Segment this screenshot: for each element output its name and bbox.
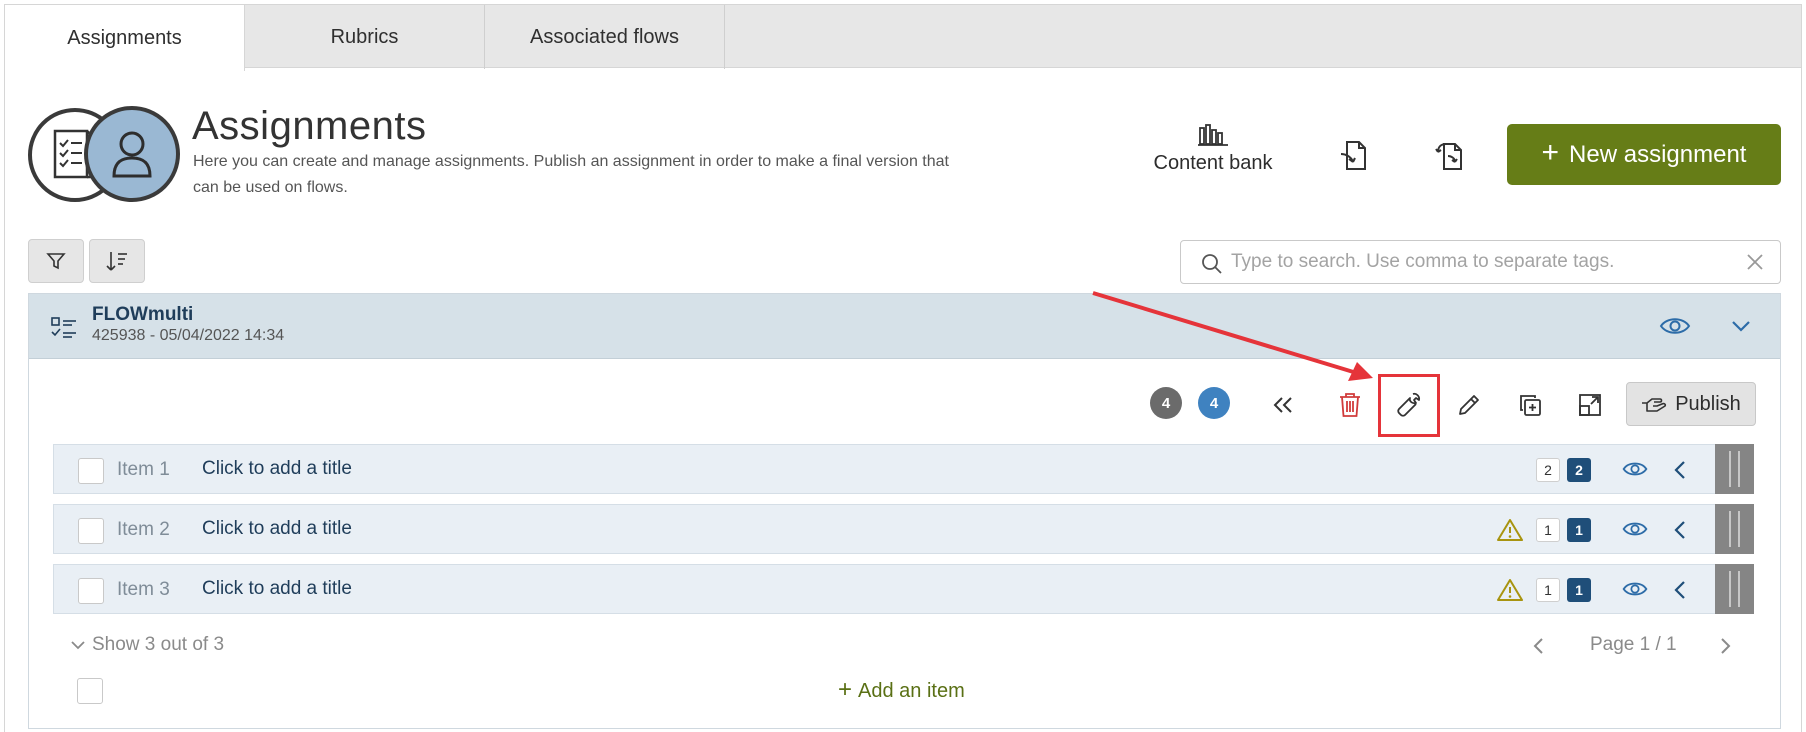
expand-button[interactable] <box>1573 388 1607 422</box>
tab-label: Assignments <box>67 26 182 49</box>
select-all-checkbox[interactable] <box>77 678 103 704</box>
new-assignment-button[interactable]: + New assignment <box>1507 124 1781 185</box>
tab-label: Associated flows <box>530 25 679 48</box>
add-item-button[interactable]: + Add an item <box>838 676 965 704</box>
duplicate-icon <box>1520 395 1541 416</box>
tab-associated-flows[interactable]: Associated flows <box>485 5 725 69</box>
annotation-arrow <box>1092 291 1373 381</box>
eye-icon[interactable] <box>1622 579 1648 599</box>
warning-icon <box>1497 579 1523 601</box>
filter-button[interactable] <box>28 239 84 283</box>
show-count-toggle[interactable]: Show 3 out of 3 <box>70 634 224 656</box>
pager-prev-icon[interactable] <box>1528 634 1548 658</box>
item-checkbox[interactable] <box>78 578 104 604</box>
drag-handle-icon[interactable] <box>1715 444 1754 494</box>
drag-handle-icon[interactable] <box>1715 564 1754 614</box>
drag-handle-icon[interactable] <box>1715 504 1754 554</box>
tab-label: Rubrics <box>330 25 399 48</box>
page-description: Here you can create and manage assignmen… <box>193 153 949 196</box>
duplicate-button[interactable] <box>1513 388 1547 422</box>
sync-icon <box>1435 143 1462 170</box>
new-assignment-label: New assignment <box>1569 140 1747 168</box>
item-title[interactable]: Click to add a title <box>202 458 352 480</box>
filter-icon <box>46 253 66 270</box>
expand-icon <box>1579 394 1601 416</box>
item-title[interactable]: Click to add a title <box>202 578 352 600</box>
search-input[interactable] <box>1231 247 1731 277</box>
item-count-dark: 1 <box>1567 578 1591 602</box>
item-checkbox[interactable] <box>78 458 104 484</box>
item-count-light: 1 <box>1536 578 1560 602</box>
tab-bar: Assignments Rubrics Associated flows <box>4 4 1802 71</box>
content-bank-icon <box>1198 124 1228 146</box>
add-item-label: Add an item <box>858 679 965 702</box>
count-badge-total: 4 <box>1150 387 1182 419</box>
item-title[interactable]: Click to add a title <box>202 518 352 540</box>
plus-icon: + <box>838 676 853 703</box>
eye-icon[interactable] <box>1622 459 1648 479</box>
tab-assignments[interactable]: Assignments <box>5 5 245 71</box>
pager-next-icon[interactable] <box>1716 634 1736 658</box>
eye-icon[interactable] <box>1659 314 1691 338</box>
search-icon <box>1202 254 1222 274</box>
item-count-light: 2 <box>1536 458 1560 482</box>
page-title: Assignments <box>192 104 427 148</box>
chevron-left-icon[interactable] <box>1672 518 1688 542</box>
collapse-all-icon <box>1273 397 1292 413</box>
import-icon <box>1340 141 1366 170</box>
item-label: Item 1 <box>117 459 170 480</box>
tab-rubrics[interactable]: Rubrics <box>245 5 485 69</box>
plus-icon: + <box>1541 136 1560 169</box>
search-box <box>1180 240 1781 284</box>
chevron-left-icon[interactable] <box>1672 578 1688 602</box>
item-count-light: 1 <box>1536 518 1560 542</box>
item-checkbox[interactable] <box>78 518 104 544</box>
publish-hand-icon <box>1642 398 1667 412</box>
sort-button[interactable] <box>89 239 145 283</box>
import-button[interactable] <box>1334 136 1374 176</box>
collapse-all-button[interactable] <box>1266 388 1300 422</box>
show-count-label: Show 3 out of 3 <box>92 634 225 655</box>
edit-button[interactable] <box>1452 388 1486 422</box>
chevron-down-icon[interactable] <box>1729 314 1753 338</box>
sort-icon <box>106 252 127 271</box>
eye-icon[interactable] <box>1622 519 1648 539</box>
chevron-left-icon[interactable] <box>1672 458 1688 482</box>
trash-icon <box>1340 393 1360 417</box>
list-item[interactable]: Item 3 Click to add a title 1 1 <box>53 564 1754 614</box>
publish-button[interactable]: Publish <box>1626 382 1756 426</box>
assignments-hero-icon <box>28 106 180 204</box>
page-indicator: Page 1 / 1 <box>1590 634 1677 655</box>
content-bank-button[interactable]: Content bank <box>1148 124 1278 184</box>
pencil-icon <box>1459 395 1479 415</box>
list-item[interactable]: Item 2 Click to add a title 1 1 <box>53 504 1754 554</box>
delete-button[interactable] <box>1333 388 1367 422</box>
content-bank-label: Content bank <box>1153 152 1273 174</box>
item-label: Item 3 <box>117 579 170 600</box>
count-badge-selected: 4 <box>1198 387 1230 419</box>
clear-icon[interactable] <box>1746 253 1764 271</box>
flow-name: FLOWmulti <box>92 304 194 325</box>
item-count-dark: 1 <box>1567 518 1591 542</box>
flow-card-header[interactable]: FLOWmulti 425938 - 05/04/2022 14:34 <box>29 294 1780 359</box>
user-avatar-icon <box>84 106 180 202</box>
item-count-dark: 2 <box>1567 458 1591 482</box>
warning-icon <box>1497 519 1523 541</box>
flow-meta: 425938 - 05/04/2022 14:34 <box>92 327 285 344</box>
chevron-down-icon <box>71 641 85 650</box>
item-label: Item 2 <box>117 519 170 540</box>
publish-label: Publish <box>1675 392 1741 415</box>
list-item[interactable]: Item 1 Click to add a title 2 2 <box>53 444 1754 494</box>
checklist-icon <box>51 317 76 338</box>
sync-button[interactable] <box>1430 136 1470 176</box>
